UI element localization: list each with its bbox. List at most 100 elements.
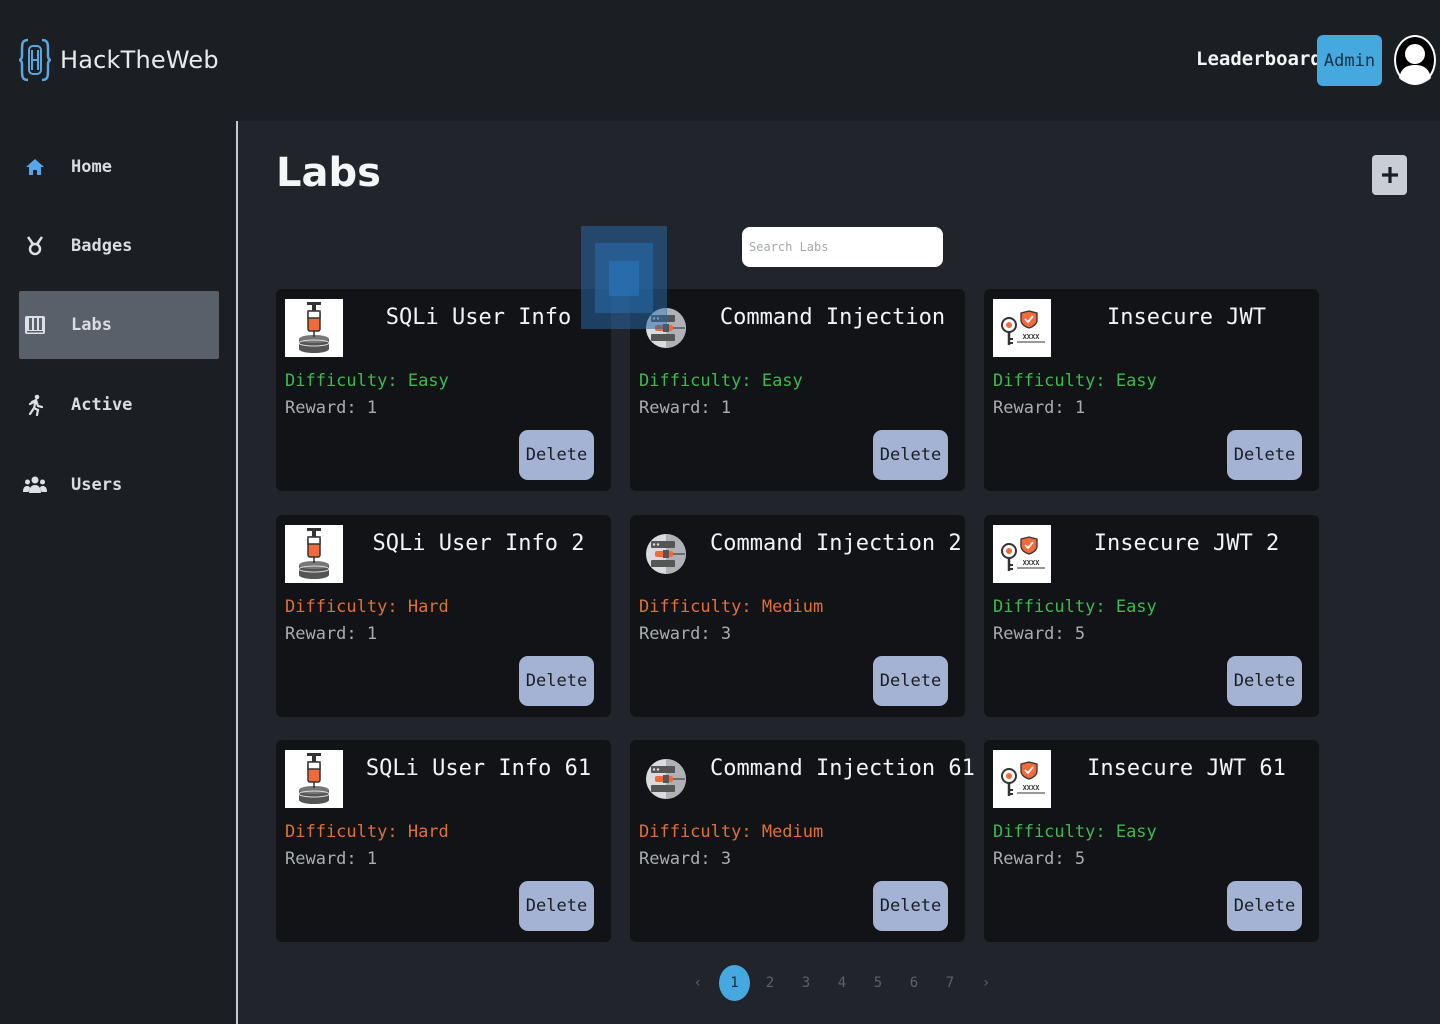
lab-title[interactable]: Command Injection 2 (710, 531, 962, 556)
lab-card[interactable]: SQLi User Info Difficulty: Easy Reward: 1 D… (276, 289, 611, 491)
reward-label: Reward: (639, 849, 721, 869)
pagination-page-1[interactable]: 1 (719, 965, 750, 1001)
brand-name: HackTheWeb (60, 46, 219, 74)
sql-injection-icon (285, 525, 343, 583)
pagination-prev-button[interactable]: ‹ (683, 965, 713, 1001)
page-title: Labs (276, 150, 381, 196)
difficulty-value: Hard (407, 822, 449, 842)
delete-lab-button[interactable]: Delete (1227, 430, 1302, 480)
delete-lab-button[interactable]: Delete (519, 430, 594, 480)
medal-icon (19, 236, 51, 256)
sidebar-item-label: Users (71, 475, 123, 495)
lab-card[interactable]: SQLi User Info 2 Difficulty: Hard Reward: … (276, 515, 611, 717)
lab-reward: Reward: 1 (285, 398, 377, 418)
lab-title[interactable]: SQLi User Info 2 (356, 531, 601, 556)
pagination-page-5[interactable]: 5 (863, 965, 893, 1001)
reward-value: 5 (1074, 849, 1086, 869)
difficulty-label: Difficulty: (285, 822, 408, 842)
reward-value: 1 (720, 398, 732, 418)
difficulty-value: Easy (1115, 597, 1157, 617)
lab-title[interactable]: Command Injection (710, 305, 955, 330)
pagination-page-2[interactable]: 2 (755, 965, 785, 1001)
difficulty-label: Difficulty: (993, 597, 1116, 617)
reward-label: Reward: (639, 624, 721, 644)
search-labs-input[interactable] (742, 227, 943, 267)
delete-lab-button[interactable]: Delete (873, 656, 948, 706)
lab-card[interactable]: XXXX Insecure JWT Difficulty: Easy Reward:… (984, 289, 1319, 491)
lab-reward: Reward: 5 (993, 849, 1085, 869)
lab-title[interactable]: SQLi User Info 61 (356, 756, 601, 781)
jwt-key-icon: XXXX (993, 750, 1051, 808)
difficulty-value: Medium (761, 597, 824, 617)
command-injection-icon (639, 525, 697, 583)
lab-card[interactable]: Command Injection 2 Difficulty: Medium Rew… (630, 515, 965, 717)
difficulty-label: Difficulty: (639, 371, 762, 391)
lab-card[interactable]: SQLi User Info 61 Difficulty: Hard Reward:… (276, 740, 611, 942)
sql-injection-icon (285, 750, 343, 808)
difficulty-value: Hard (407, 597, 449, 617)
jwt-key-icon: XXXX (993, 525, 1051, 583)
lab-reward: Reward: 5 (993, 624, 1085, 644)
brand-logo[interactable]: HackTheWeb (18, 36, 219, 84)
top-navbar: HackTheWeb Leaderboard Admin (0, 0, 1440, 121)
pagination-page-3[interactable]: 3 (791, 965, 821, 1001)
difficulty-value: Medium (761, 822, 824, 842)
sidebar-item-active[interactable]: Active (19, 371, 219, 439)
pagination-next-button[interactable]: › (971, 965, 1001, 1001)
reward-value: 3 (720, 624, 732, 644)
pagination-page-7[interactable]: 7 (935, 965, 965, 1001)
difficulty-value: Easy (1115, 822, 1157, 842)
delete-lab-button[interactable]: Delete (1227, 656, 1302, 706)
pagination-page-6[interactable]: 6 (899, 965, 929, 1001)
lab-card[interactable]: XXXX Insecure JWT 61 Difficulty: Easy Rewa… (984, 740, 1319, 942)
reward-label: Reward: (285, 849, 367, 869)
sidebar-item-badges[interactable]: Badges (19, 212, 219, 280)
lab-title[interactable]: Command Injection 61 (710, 756, 975, 781)
lab-card[interactable]: Command Injection Difficulty: Easy Reward:… (630, 289, 965, 491)
lab-title[interactable]: Insecure JWT (1064, 305, 1309, 330)
lab-difficulty: Difficulty: Easy (639, 371, 803, 391)
lab-card[interactable]: XXXX Insecure JWT 2 Difficulty: Easy Rewar… (984, 515, 1319, 717)
lab-reward: Reward: 3 (639, 624, 731, 644)
lab-difficulty: Difficulty: Easy (285, 371, 449, 391)
svg-text:XXXX: XXXX (1023, 784, 1041, 792)
sidebar-item-home[interactable]: Home (19, 133, 219, 201)
lab-card[interactable]: Command Injection 61 Difficulty: Medium Re… (630, 740, 975, 942)
sidebar-item-label: Labs (71, 315, 112, 335)
lab-difficulty: Difficulty: Hard (285, 597, 449, 617)
reward-value: 3 (720, 849, 732, 869)
delete-lab-button[interactable]: Delete (873, 881, 948, 931)
sidebar-item-users[interactable]: Users (19, 451, 219, 519)
reward-label: Reward: (639, 398, 721, 418)
reward-value: 5 (1074, 624, 1086, 644)
user-avatar-icon[interactable] (1393, 34, 1437, 86)
delete-lab-button[interactable]: Delete (519, 656, 594, 706)
svg-text:XXXX: XXXX (1023, 333, 1041, 341)
command-injection-icon (639, 750, 697, 808)
lab-difficulty: Difficulty: Easy (993, 597, 1157, 617)
difficulty-label: Difficulty: (639, 822, 762, 842)
users-icon (19, 475, 51, 495)
lab-title[interactable]: Insecure JWT 61 (1064, 756, 1309, 781)
difficulty-value: Easy (761, 371, 803, 391)
hacktheweb-logo-icon (18, 38, 52, 82)
delete-lab-button[interactable]: Delete (873, 430, 948, 480)
sidebar-item-labs[interactable]: Labs (19, 291, 219, 359)
difficulty-label: Difficulty: (993, 822, 1116, 842)
lab-difficulty: Difficulty: Hard (285, 822, 449, 842)
home-icon (19, 157, 51, 177)
lab-title[interactable]: SQLi User Info (356, 305, 601, 330)
lab-difficulty: Difficulty: Medium (639, 597, 823, 617)
lab-title[interactable]: Insecure JWT 2 (1064, 531, 1309, 556)
delete-lab-button[interactable]: Delete (519, 881, 594, 931)
admin-button[interactable]: Admin (1317, 35, 1382, 86)
jwt-key-icon: XXXX (993, 299, 1051, 357)
difficulty-value: Easy (407, 371, 449, 391)
reward-value: 1 (366, 849, 378, 869)
leaderboard-link[interactable]: Leaderboard (1196, 48, 1322, 70)
sidebar-item-label: Badges (71, 236, 133, 256)
lab-difficulty: Difficulty: Easy (993, 822, 1157, 842)
add-lab-button[interactable] (1372, 155, 1407, 195)
delete-lab-button[interactable]: Delete (1227, 881, 1302, 931)
pagination-page-4[interactable]: 4 (827, 965, 857, 1001)
